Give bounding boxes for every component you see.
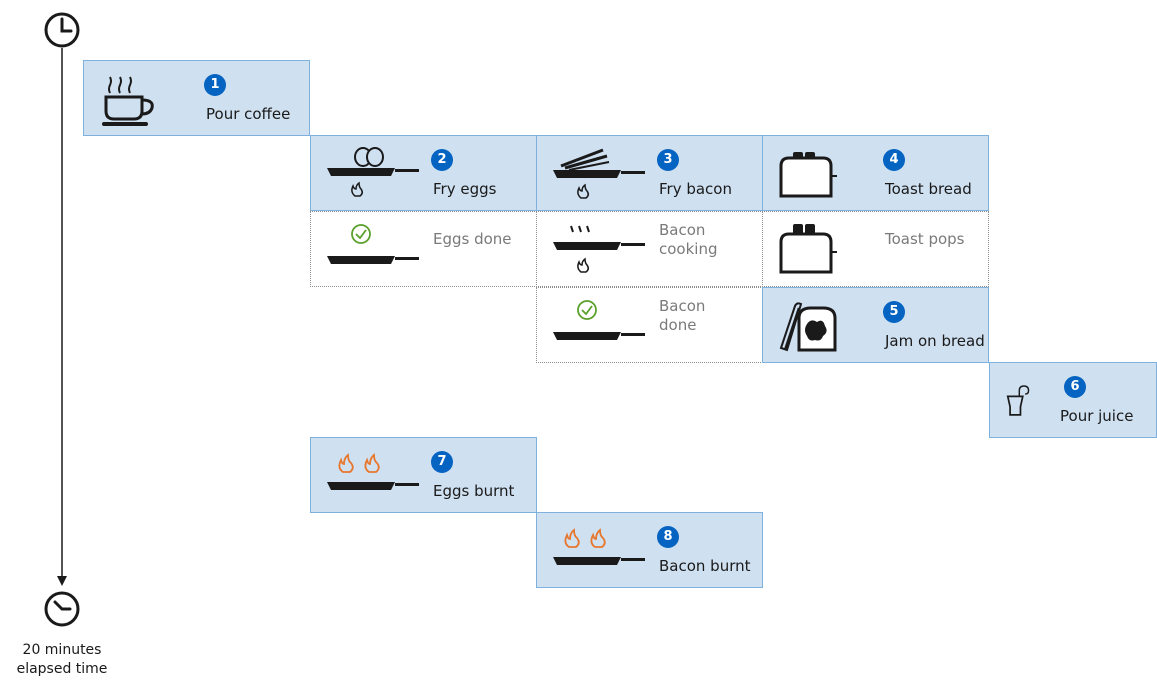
step-label: Bacon burnt <box>659 557 751 575</box>
step-pour-juice: 6 Pour juice <box>989 362 1157 438</box>
flame-icon <box>564 528 580 548</box>
timeline-arrowhead <box>57 576 67 586</box>
step-number-badge: 7 <box>431 451 453 473</box>
step-label: Jam on bread <box>885 332 985 350</box>
state-label-line-2: done <box>659 316 697 334</box>
step-fry-bacon: 3 Fry bacon <box>536 135 763 211</box>
step-number-badge: 4 <box>883 149 905 171</box>
state-label-line-1: Bacon <box>659 221 706 239</box>
step-label: Toast bread <box>885 180 972 198</box>
coffee-cup-icon <box>102 76 154 126</box>
clock-start-icon <box>44 12 80 48</box>
flame-icon <box>590 528 606 548</box>
burnt-pan-icon <box>327 453 419 490</box>
flame-icon <box>338 453 354 473</box>
state-label-line-1: Bacon <box>659 297 706 315</box>
elapsed-line-1: 20 minutes <box>22 642 102 658</box>
pan-cooking-icon <box>553 225 645 273</box>
flame-icon <box>364 453 380 473</box>
state-label: Bacon done <box>659 297 749 335</box>
step-number-badge: 2 <box>431 149 453 171</box>
step-pour-coffee: 1 Pour coffee <box>83 60 310 136</box>
jam-bread-icon <box>779 302 837 352</box>
step-toast-bread: 4 Toast bread <box>762 135 989 211</box>
step-label: Fry eggs <box>433 180 497 198</box>
state-eggs-done: Eggs done <box>310 211 537 287</box>
state-label: Bacon cooking <box>659 221 749 259</box>
state-bacon-cooking: Bacon cooking <box>536 211 763 287</box>
step-eggs-burnt: 7 Eggs burnt <box>310 437 537 513</box>
step-number-badge: 8 <box>657 526 679 548</box>
step-number-badge: 6 <box>1064 376 1086 398</box>
state-bacon-done: Bacon done <box>536 287 763 363</box>
juice-glass-icon <box>1006 385 1030 416</box>
state-label-line-2: cooking <box>659 240 718 258</box>
toaster-icon <box>779 224 837 274</box>
step-label: Eggs burnt <box>433 482 515 500</box>
clock-end-icon <box>44 591 80 627</box>
state-label: Eggs done <box>433 230 512 248</box>
step-bacon-burnt: 8 Bacon burnt <box>536 512 763 588</box>
step-label: Fry bacon <box>659 180 732 198</box>
state-label: Toast pops <box>885 230 965 248</box>
frying-eggs-icon <box>327 147 419 197</box>
elapsed-line-2: elapsed time <box>16 661 108 677</box>
step-fry-eggs: 2 Fry eggs <box>310 135 537 211</box>
step-number-badge: 1 <box>204 74 226 96</box>
frying-bacon-icon <box>553 148 645 199</box>
burnt-pan-icon <box>553 528 645 565</box>
pan-done-icon <box>327 224 419 264</box>
step-number-badge: 3 <box>657 149 679 171</box>
step-label: Pour coffee <box>206 105 291 123</box>
pan-done-icon <box>553 300 645 340</box>
toaster-icon <box>779 152 837 198</box>
elapsed-time-label: 20 minutes elapsed time <box>0 641 124 679</box>
state-toast-pops: Toast pops <box>762 211 989 287</box>
step-jam-on-bread: 5 Jam on bread <box>762 287 989 363</box>
step-number-badge: 5 <box>883 301 905 323</box>
step-label: Pour juice <box>1060 407 1134 425</box>
